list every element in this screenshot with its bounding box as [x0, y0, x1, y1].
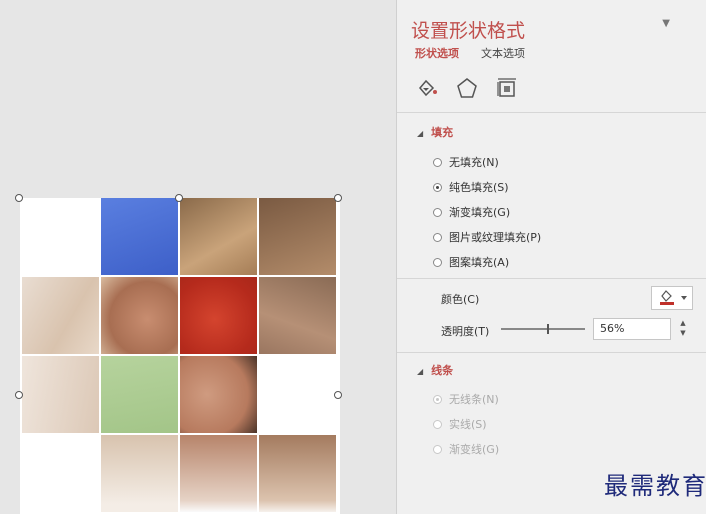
radio-solid-line[interactable]: 实线(S): [433, 416, 487, 432]
fill-color-button[interactable]: [651, 286, 693, 310]
color-label: 颜色(C): [441, 293, 480, 306]
radio-button[interactable]: [433, 207, 442, 217]
resize-handle-top[interactable]: [175, 194, 183, 202]
divider: [397, 112, 707, 113]
pane-scroll-area[interactable]: [706, 0, 726, 514]
tab-shape-options[interactable]: 形状选项: [415, 45, 459, 61]
spin-up-icon[interactable]: ▲: [675, 318, 691, 328]
collage-tile[interactable]: [101, 435, 178, 512]
transparency-input[interactable]: 56%: [593, 318, 671, 340]
collage-tile[interactable]: [259, 435, 336, 512]
radio-gradient-fill[interactable]: 渐变填充(G): [433, 204, 510, 220]
radio-gradient-line[interactable]: 渐变线(G): [433, 441, 499, 457]
collage-tile[interactable]: [101, 277, 178, 354]
pane-title: 设置形状格式: [411, 20, 526, 42]
radio-label: 渐变线(G): [449, 443, 500, 456]
collage-tile[interactable]: [259, 277, 336, 354]
fill-section-header[interactable]: ◢ 填充: [417, 124, 453, 140]
resize-handle-top-left[interactable]: [15, 194, 23, 202]
divider: [397, 352, 707, 353]
fill-line-icon[interactable]: [415, 76, 439, 100]
collapse-triangle-icon: ◢: [417, 367, 424, 376]
format-shape-pane: 设置形状格式 ▼ 形状选项 文本选项 ◢ 填充 无填充(N) 纯色填充(S) 渐变…: [396, 0, 707, 514]
radio-pattern-fill[interactable]: 图案填充(A): [433, 254, 509, 270]
radio-label: 纯色填充(S): [449, 181, 509, 194]
resize-handle-top-right[interactable]: [334, 194, 342, 202]
radio-picture-texture-fill[interactable]: 图片或纹理填充(P): [433, 229, 541, 245]
radio-button[interactable]: [433, 157, 442, 167]
watermark-text: 最需教育: [604, 472, 708, 500]
slide-canvas: [0, 0, 396, 514]
collage-tile[interactable]: [22, 277, 99, 354]
divider: [397, 278, 707, 279]
collage-tile[interactable]: [180, 435, 257, 512]
spin-down-icon[interactable]: ▼: [675, 328, 691, 338]
pane-options-dropdown-icon[interactable]: ▼: [662, 18, 670, 29]
collapse-triangle-icon: ◢: [417, 129, 424, 138]
collage-tile[interactable]: [259, 198, 336, 275]
radio-solid-fill[interactable]: 纯色填充(S): [433, 179, 509, 195]
paint-bucket-icon: [660, 290, 687, 305]
transparency-spinner[interactable]: ▲ ▼: [675, 318, 691, 340]
radio-label: 图案填充(A): [449, 256, 510, 269]
radio-button[interactable]: [433, 419, 442, 429]
collage-tile[interactable]: [180, 198, 257, 275]
radio-label: 实线(S): [449, 418, 487, 431]
collage-tile-green[interactable]: [101, 356, 178, 433]
radio-button[interactable]: [433, 182, 442, 192]
collage-tile-blue[interactable]: [101, 198, 178, 275]
transparency-slider[interactable]: [501, 324, 585, 334]
line-heading: 线条: [431, 364, 454, 377]
tab-text-options[interactable]: 文本选项: [481, 45, 525, 61]
slider-thumb[interactable]: [547, 324, 549, 334]
radio-no-fill[interactable]: 无填充(N): [433, 154, 499, 170]
size-properties-icon[interactable]: [495, 76, 519, 100]
radio-button[interactable]: [433, 257, 442, 267]
radio-label: 无填充(N): [449, 156, 499, 169]
resize-handle-right[interactable]: [334, 391, 342, 399]
radio-button[interactable]: [433, 232, 442, 242]
radio-label: 渐变填充(G): [449, 206, 511, 219]
effects-pentagon-icon[interactable]: [455, 76, 479, 100]
transparency-label: 透明度(T): [441, 325, 490, 338]
photo-collage-shape[interactable]: [20, 198, 340, 514]
collage-tile[interactable]: [22, 356, 99, 433]
collage-tile[interactable]: [180, 356, 257, 433]
resize-handle-left[interactable]: [15, 391, 23, 399]
fill-heading: 填充: [431, 126, 454, 139]
radio-label: 无线条(N): [449, 393, 499, 406]
radio-no-line[interactable]: 无线条(N): [433, 391, 499, 407]
radio-button[interactable]: [433, 444, 442, 454]
radio-button[interactable]: [433, 394, 442, 404]
line-section-header[interactable]: ◢ 线条: [417, 362, 453, 378]
radio-label: 图片或纹理填充(P): [449, 231, 542, 244]
collage-tile-red[interactable]: [180, 277, 257, 354]
